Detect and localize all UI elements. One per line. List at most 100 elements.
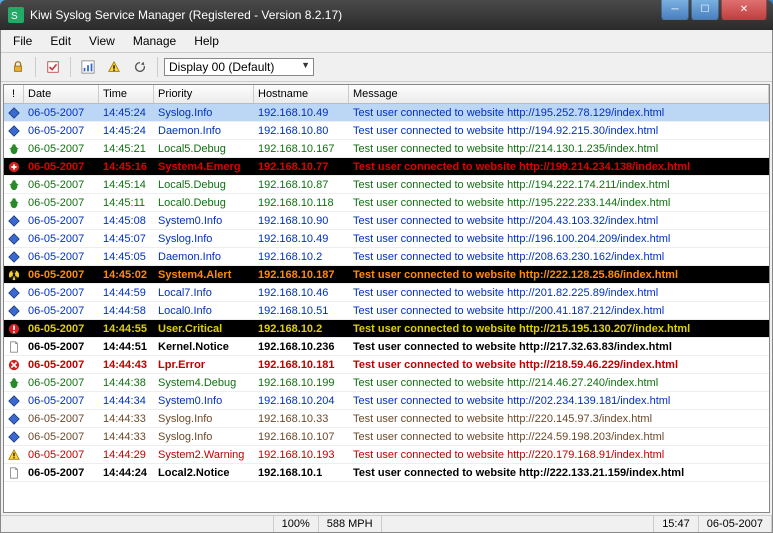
menu-edit[interactable]: Edit xyxy=(42,32,79,50)
row-hostname: 192.168.10.49 xyxy=(254,232,349,246)
grid-body[interactable]: 06-05-200714:45:24Syslog.Info192.168.10.… xyxy=(4,104,769,512)
warning-icon[interactable] xyxy=(103,56,125,78)
table-row[interactable]: 06-05-200714:44:29System2.Warning192.168… xyxy=(4,446,769,464)
row-message: Test user connected to website http://22… xyxy=(349,430,769,444)
table-row[interactable]: 06-05-200714:45:16System4.Emerg192.168.1… xyxy=(4,158,769,176)
table-row[interactable]: 06-05-200714:44:24Local2.Notice192.168.1… xyxy=(4,464,769,482)
row-message: Test user connected to website http://21… xyxy=(349,340,769,354)
minimize-button[interactable]: ─ xyxy=(661,0,689,20)
close-button[interactable]: ✕ xyxy=(721,0,767,20)
svg-text:S: S xyxy=(11,11,18,22)
row-priority: System4.Debug xyxy=(154,376,254,390)
row-priority: Kernel.Notice xyxy=(154,340,254,354)
col-time[interactable]: Time xyxy=(99,85,154,103)
col-icon[interactable]: ! xyxy=(4,85,24,103)
row-message: Test user connected to website http://20… xyxy=(349,250,769,264)
menu-manage[interactable]: Manage xyxy=(125,32,184,50)
menu-view[interactable]: View xyxy=(81,32,123,50)
row-icon xyxy=(4,141,24,157)
row-message: Test user connected to website http://19… xyxy=(349,106,769,120)
display-select-value: Display 00 (Default) xyxy=(169,60,274,74)
menu-file[interactable]: File xyxy=(5,32,40,50)
row-time: 14:45:16 xyxy=(99,160,154,174)
row-icon xyxy=(4,303,24,319)
table-row[interactable]: 06-05-200714:45:24Syslog.Info192.168.10.… xyxy=(4,104,769,122)
check-icon[interactable] xyxy=(42,56,64,78)
table-row[interactable]: 06-05-200714:45:21Local5.Debug192.168.10… xyxy=(4,140,769,158)
table-row[interactable]: 06-05-200714:44:58Local0.Info192.168.10.… xyxy=(4,302,769,320)
table-row[interactable]: 06-05-200714:45:24Daemon.Info192.168.10.… xyxy=(4,122,769,140)
row-hostname: 192.168.10.1 xyxy=(254,466,349,480)
row-message: Test user connected to website http://19… xyxy=(349,232,769,246)
table-row[interactable]: 06-05-200714:44:51Kernel.Notice192.168.1… xyxy=(4,338,769,356)
table-row[interactable]: 06-05-200714:44:34System0.Info192.168.10… xyxy=(4,392,769,410)
row-priority: Daemon.Info xyxy=(154,124,254,138)
titlebar[interactable]: S Kiwi Syslog Service Manager (Registere… xyxy=(0,0,773,30)
menu-help[interactable]: Help xyxy=(186,32,227,50)
row-message: Test user connected to website http://20… xyxy=(349,304,769,318)
table-row[interactable]: 06-05-200714:45:02System4.Alert192.168.1… xyxy=(4,266,769,284)
row-hostname: 192.168.10.204 xyxy=(254,394,349,408)
row-hostname: 192.168.10.2 xyxy=(254,250,349,264)
row-time: 14:44:24 xyxy=(99,466,154,480)
row-date: 06-05-2007 xyxy=(24,304,99,318)
row-priority: Local5.Debug xyxy=(154,178,254,192)
chart-icon[interactable] xyxy=(77,56,99,78)
col-priority[interactable]: Priority xyxy=(154,85,254,103)
col-message[interactable]: Message xyxy=(349,85,769,103)
status-spacer xyxy=(1,516,274,532)
row-message: Test user connected to website http://20… xyxy=(349,394,769,408)
row-priority: Syslog.Info xyxy=(154,412,254,426)
toolbar: Display 00 (Default) xyxy=(1,53,772,82)
row-hostname: 192.168.10.118 xyxy=(254,196,349,210)
row-time: 14:45:08 xyxy=(99,214,154,228)
table-row[interactable]: 06-05-200714:45:11Local0.Debug192.168.10… xyxy=(4,194,769,212)
table-row[interactable]: 06-05-200714:44:55User.Critical192.168.1… xyxy=(4,320,769,338)
table-row[interactable]: 06-05-200714:44:33Syslog.Info192.168.10.… xyxy=(4,410,769,428)
row-hostname: 192.168.10.236 xyxy=(254,340,349,354)
row-hostname: 192.168.10.87 xyxy=(254,178,349,192)
row-icon xyxy=(4,411,24,427)
table-row[interactable]: 06-05-200714:45:07Syslog.Info192.168.10.… xyxy=(4,230,769,248)
display-select[interactable]: Display 00 (Default) xyxy=(164,58,314,76)
row-message: Test user connected to website http://19… xyxy=(349,160,769,174)
row-priority: Local2.Notice xyxy=(154,466,254,480)
lock-icon[interactable] xyxy=(7,56,29,78)
row-icon xyxy=(4,393,24,409)
row-message: Test user connected to website http://19… xyxy=(349,196,769,210)
row-time: 14:44:29 xyxy=(99,448,154,462)
row-date: 06-05-2007 xyxy=(24,106,99,120)
table-row[interactable]: 06-05-200714:45:05Daemon.Info192.168.10.… xyxy=(4,248,769,266)
row-message: Test user connected to website http://22… xyxy=(349,448,769,462)
window-title: Kiwi Syslog Service Manager (Registered … xyxy=(30,8,661,22)
table-row[interactable]: 06-05-200714:45:14Local5.Debug192.168.10… xyxy=(4,176,769,194)
table-row[interactable]: 06-05-200714:45:08System0.Info192.168.10… xyxy=(4,212,769,230)
status-zoom: 100% xyxy=(274,516,319,532)
status-time: 15:47 xyxy=(654,516,699,532)
row-date: 06-05-2007 xyxy=(24,214,99,228)
row-hostname: 192.168.10.107 xyxy=(254,430,349,444)
status-date: 06-05-2007 xyxy=(699,516,772,532)
row-date: 06-05-2007 xyxy=(24,142,99,156)
table-row[interactable]: 06-05-200714:44:59Local7.Info192.168.10.… xyxy=(4,284,769,302)
row-time: 14:45:24 xyxy=(99,124,154,138)
row-icon xyxy=(4,177,24,193)
table-row[interactable]: 06-05-200714:44:38System4.Debug192.168.1… xyxy=(4,374,769,392)
maximize-button[interactable]: ☐ xyxy=(691,0,719,20)
table-row[interactable]: 06-05-200714:44:33Syslog.Info192.168.10.… xyxy=(4,428,769,446)
row-date: 06-05-2007 xyxy=(24,232,99,246)
refresh-icon[interactable] xyxy=(129,56,151,78)
row-priority: System2.Warning xyxy=(154,448,254,462)
row-date: 06-05-2007 xyxy=(24,412,99,426)
app-icon: S xyxy=(8,7,24,23)
row-date: 06-05-2007 xyxy=(24,340,99,354)
col-hostname[interactable]: Hostname xyxy=(254,85,349,103)
table-row[interactable]: 06-05-200714:44:43Lpr.Error192.168.10.18… xyxy=(4,356,769,374)
col-date[interactable]: Date xyxy=(24,85,99,103)
row-time: 14:44:38 xyxy=(99,376,154,390)
row-hostname: 192.168.10.187 xyxy=(254,268,349,282)
row-hostname: 192.168.10.51 xyxy=(254,304,349,318)
row-icon xyxy=(4,231,24,247)
row-date: 06-05-2007 xyxy=(24,196,99,210)
row-message: Test user connected to website http://22… xyxy=(349,412,769,426)
